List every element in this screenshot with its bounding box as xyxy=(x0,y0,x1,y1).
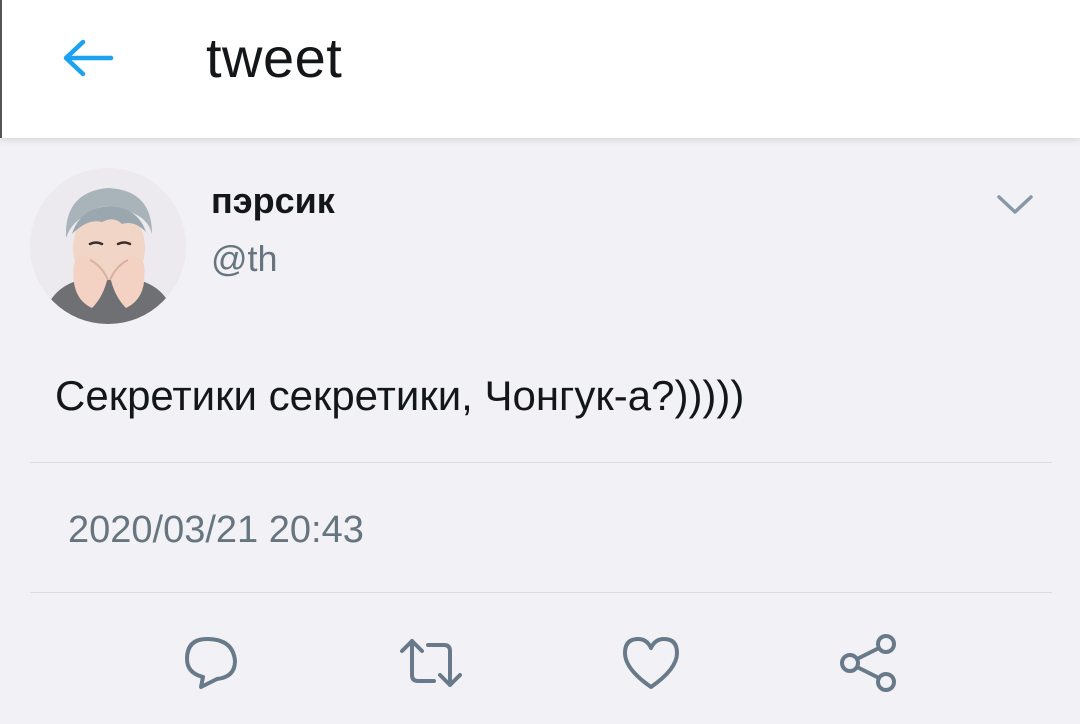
share-icon xyxy=(840,634,896,692)
tweet-detail: пэрсик @th Секретики секретики, Чонгук-а… xyxy=(0,138,1080,724)
divider xyxy=(30,462,1052,463)
tweet-text: Секретики секретики, Чонгук-а?))))) xyxy=(55,372,745,419)
chevron-down-icon xyxy=(997,195,1033,214)
arrow-left-icon xyxy=(63,39,114,77)
tweet-menu-button[interactable] xyxy=(992,190,1038,220)
avatar-photo xyxy=(30,168,186,324)
avatar[interactable] xyxy=(30,168,186,324)
divider xyxy=(30,592,1052,593)
retweet-button[interactable] xyxy=(396,628,466,698)
retweet-icon xyxy=(400,639,462,687)
top-bar: tweet xyxy=(0,0,1080,138)
page-title: tweet xyxy=(206,26,343,89)
share-button[interactable] xyxy=(834,628,904,698)
back-button[interactable] xyxy=(54,28,120,88)
like-icon xyxy=(623,637,679,689)
reply-button[interactable] xyxy=(176,628,246,698)
like-button[interactable] xyxy=(616,628,686,698)
reply-icon xyxy=(185,637,237,689)
user-handle[interactable]: @th xyxy=(211,238,278,280)
display-name[interactable]: пэрсик xyxy=(211,180,335,222)
tweet-screen: tweet пэрсик @th Секретики секретики, Чо… xyxy=(0,0,1080,724)
tweet-timestamp: 2020/03/21 20:43 xyxy=(68,509,364,551)
